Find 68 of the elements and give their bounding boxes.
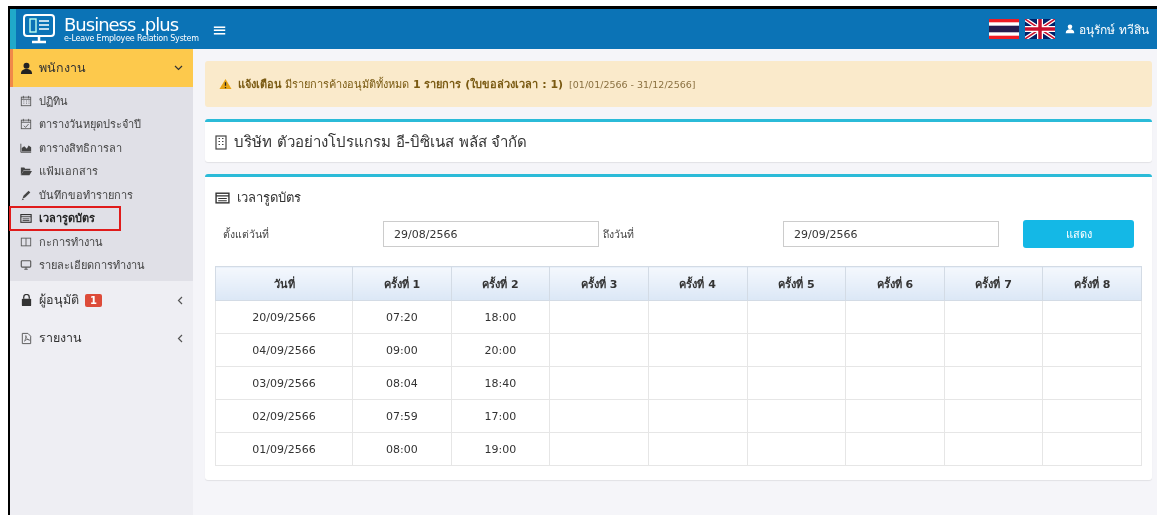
sidebar-item[interactable]: เวลารูดบัตร: [10, 206, 120, 230]
table-cell: 20/09/2566: [215, 300, 353, 334]
sidebar-item[interactable]: รายละเอียดการทำงาน: [10, 253, 155, 277]
table-cell: 18:00: [451, 300, 550, 334]
column-header: วันที่: [215, 266, 353, 301]
table-cell: 08:04: [352, 366, 452, 400]
table-cell: 03/09/2566: [215, 366, 353, 400]
table-cell: 19:00: [451, 432, 550, 466]
alert-message: แจ้งเตือน มีรายการค้างอนุมัติทั้งหมด 1 รายการ (ใบขอล่วงเวลา : 1): [238, 76, 564, 93]
table-cell: 18:40: [451, 366, 550, 400]
pdf-file-icon: [20, 331, 33, 345]
sidebar-item[interactable]: ปฏิทิน: [10, 89, 78, 113]
user-icon: [20, 61, 33, 75]
column-header: ครั้งที่ 6: [845, 266, 945, 301]
monitor-icon: [20, 259, 32, 272]
company-name: บริษัท ตัวอย่างโปรแกรม อี-บิซิเนส พลัส จำกัด: [234, 132, 528, 153]
column-header: ครั้งที่ 8: [1042, 266, 1142, 301]
to-date-field[interactable]: 29/09/2566: [783, 221, 999, 247]
calendar-icon: [20, 94, 32, 107]
menu-button[interactable]: ≡: [206, 18, 234, 40]
sidebar-item[interactable]: กะการทำงาน: [10, 230, 113, 254]
table-cell: 04/09/2566: [215, 333, 353, 367]
chevron-down-icon: [174, 65, 183, 71]
thai-flag-icon[interactable]: [989, 19, 1020, 39]
user-name[interactable]: อนุรักษ์ ทวีสิน: [1079, 19, 1149, 39]
column-header: ครั้งที่ 3: [549, 266, 649, 301]
card-icon: [215, 190, 230, 205]
table-cell: 20:00: [451, 333, 550, 367]
table-cell: 07:20: [352, 300, 452, 334]
from-date-label: ตั้งแต่วันที่: [223, 226, 270, 242]
card-icon: [20, 212, 32, 225]
uk-flag-icon[interactable]: [1025, 19, 1056, 39]
column-header: ครั้งที่ 2: [451, 266, 550, 301]
monitor-logo-icon: [22, 13, 56, 45]
date-range: [01/01/2566 - 31/12/2566]: [569, 78, 696, 90]
column-header: ครั้งที่ 4: [648, 266, 747, 301]
building-icon: [215, 134, 227, 150]
calendar-check-icon: [20, 118, 32, 131]
sidebar-group[interactable]: พนักงาน: [10, 49, 193, 87]
sidebar-group[interactable]: ผู้อนุมัติ 1: [10, 281, 193, 319]
brand-name: Business .plus: [64, 15, 179, 34]
chevron-left-icon: [177, 333, 183, 343]
folder-icon: [20, 165, 32, 178]
chevron-left-icon: [177, 295, 183, 305]
area-chart-icon: [20, 141, 32, 154]
brand-tagline: e-Leave Employee Relation System: [64, 34, 199, 43]
table-cell: 07:59: [352, 399, 452, 433]
sidebar-group[interactable]: รายงาน: [10, 319, 193, 357]
count-badge: 1: [85, 293, 102, 307]
to-date-label: ถึงวันที่: [603, 226, 635, 242]
sidebar-item[interactable]: ตารางวันหยุดประจำปี: [10, 112, 151, 136]
table-cell: 02/09/2566: [215, 399, 353, 433]
table-cell: 08:00: [352, 432, 452, 466]
column-header: ครั้งที่ 7: [944, 266, 1043, 301]
panel-title: เวลารูดบัตร: [237, 189, 301, 208]
warning-icon: [219, 78, 232, 90]
table-cell: 01/09/2566: [215, 432, 353, 466]
from-date-field[interactable]: 29/08/2566: [383, 221, 599, 247]
sidebar-item[interactable]: ตารางสิทธิการลา: [10, 136, 132, 160]
column-header: ครั้งที่ 5: [747, 266, 846, 301]
table-cell: 09:00: [352, 333, 452, 367]
table-cell: 17:00: [451, 399, 550, 433]
pencil-icon: [20, 188, 32, 201]
sidebar-item[interactable]: แฟ้มเอกสาร: [10, 159, 108, 183]
column-header: ครั้งที่ 1: [352, 266, 452, 301]
columns-icon: [20, 235, 32, 248]
user-icon: [1065, 24, 1076, 34]
sidebar-item[interactable]: บันทึกขอทำรายการ: [10, 183, 143, 207]
